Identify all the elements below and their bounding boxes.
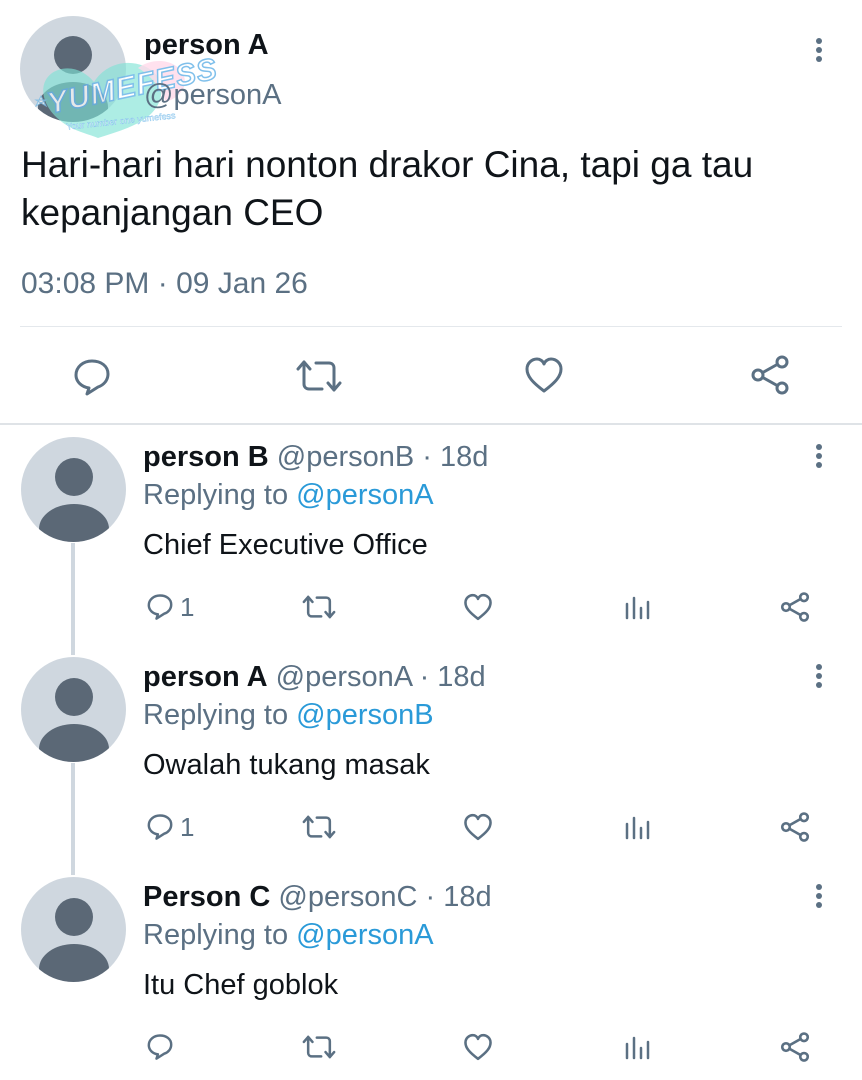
share-icon[interactable] xyxy=(750,355,790,395)
divider xyxy=(0,423,862,425)
replying-to-link[interactable]: @personB xyxy=(296,699,433,731)
reply-header: person B @personB · 18d xyxy=(143,440,488,474)
like-icon[interactable] xyxy=(463,593,493,621)
replying-to-line: Replying to @personA xyxy=(143,918,434,952)
reply-text: Owalah tukang masak xyxy=(143,749,430,781)
reply-count: 1 xyxy=(180,592,195,622)
replying-to-line: Replying to @personA xyxy=(143,478,434,512)
share-icon[interactable] xyxy=(780,592,810,622)
like-icon[interactable] xyxy=(463,813,493,841)
reply-icon[interactable] xyxy=(72,356,112,396)
reply-author-handle[interactable]: @personA · 18d xyxy=(276,661,486,693)
like-icon[interactable] xyxy=(463,1033,493,1061)
analytics-icon[interactable] xyxy=(624,1034,650,1060)
thread-line xyxy=(71,543,75,655)
main-tweet-text-line1: Hari-hari hari nonton drakor Cina, tapi … xyxy=(21,144,754,185)
replying-to-prefix: Replying to xyxy=(143,479,297,511)
reply-header: Person C @personC · 18d xyxy=(143,880,492,914)
reply-author-name[interactable]: person A xyxy=(143,661,268,693)
reply-author-name[interactable]: person B xyxy=(143,441,269,473)
avatar[interactable] xyxy=(21,437,126,542)
replying-to-line: Replying to @personB xyxy=(143,698,434,732)
reply-text: Chief Executive Office xyxy=(143,529,428,561)
more-options-icon[interactable] xyxy=(815,38,823,66)
replying-to-link[interactable]: @personA xyxy=(296,919,433,951)
main-tweet-text-line2: kepanjangan CEO xyxy=(21,192,324,233)
avatar[interactable] xyxy=(21,877,126,982)
replying-to-prefix: Replying to xyxy=(143,919,297,951)
share-icon[interactable] xyxy=(780,1032,810,1062)
main-tweet-timestamp: 03:08 PM · 09 Jan 26 xyxy=(21,267,308,300)
analytics-icon[interactable] xyxy=(624,814,650,840)
share-icon[interactable] xyxy=(780,812,810,842)
main-author-handle[interactable]: @personA xyxy=(144,78,281,112)
like-icon[interactable] xyxy=(524,356,564,394)
reply-author-handle[interactable]: @personC · 18d xyxy=(278,881,491,913)
replying-to-link[interactable]: @personA xyxy=(296,479,433,511)
retweet-icon[interactable] xyxy=(296,358,342,394)
divider xyxy=(20,326,842,327)
avatar[interactable] xyxy=(21,657,126,762)
more-options-icon[interactable] xyxy=(815,444,823,472)
reply-author-handle[interactable]: @personB · 18d xyxy=(277,441,489,473)
reply-text: Itu Chef goblok xyxy=(143,969,339,1001)
more-options-icon[interactable] xyxy=(815,664,823,692)
analytics-icon[interactable] xyxy=(624,594,650,620)
reply-icon[interactable] xyxy=(146,592,174,620)
retweet-icon[interactable] xyxy=(302,594,336,620)
reply-count: 1 xyxy=(180,812,195,842)
reply-icon[interactable] xyxy=(146,1032,174,1060)
thread-line xyxy=(71,763,75,875)
reply-icon[interactable] xyxy=(146,812,174,840)
reply-header: person A @personA · 18d xyxy=(143,660,486,694)
replying-to-prefix: Replying to xyxy=(143,699,297,731)
more-options-icon[interactable] xyxy=(815,884,823,912)
retweet-icon[interactable] xyxy=(302,1034,336,1060)
reply-author-name[interactable]: Person C xyxy=(143,881,270,913)
main-author-name[interactable]: person A xyxy=(144,28,269,62)
retweet-icon[interactable] xyxy=(302,814,336,840)
